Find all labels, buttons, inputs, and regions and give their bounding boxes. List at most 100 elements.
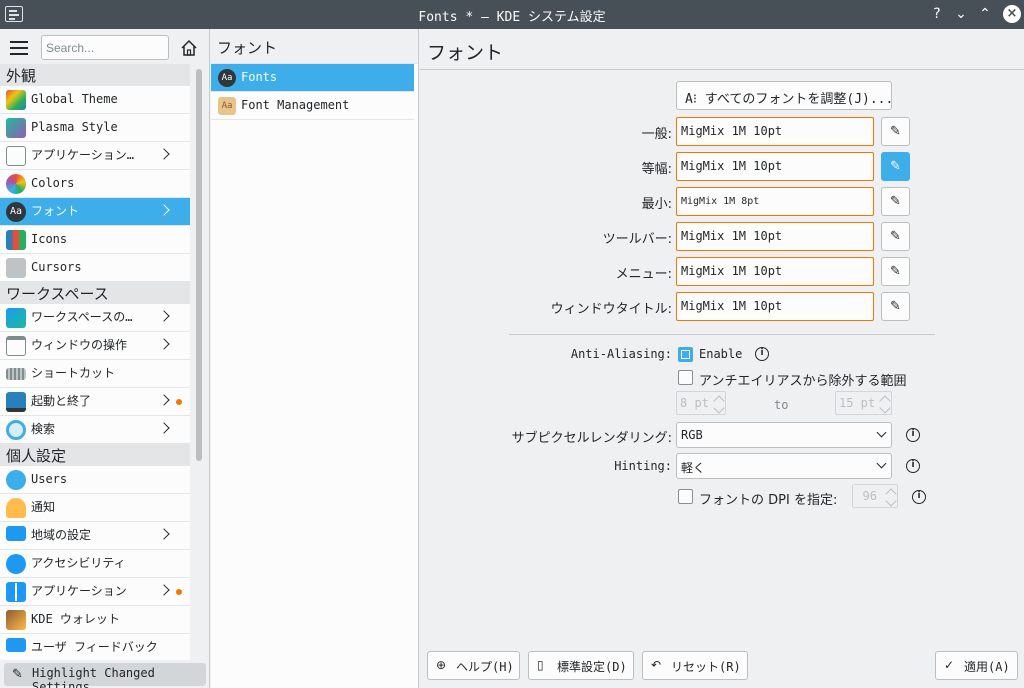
info-icon[interactable]: i [755, 347, 769, 361]
maximize-icon[interactable]: ⌃ [975, 4, 995, 24]
title-bar: Fonts * — KDE システム設定 ? ⌄ ⌃ × [0, 0, 1024, 29]
exclude-range-checkbox[interactable] [678, 370, 693, 385]
exclude-range-label: アンチエイリアスから除外する範囲 [699, 374, 907, 389]
chevron-right-icon [158, 422, 170, 434]
menu-font-picker-button[interactable]: ✎ [881, 257, 910, 286]
sidebar-item-plasma-style[interactable]: Plasma Style [0, 114, 190, 142]
chevron-right-icon [158, 584, 170, 596]
sidebar-item-applications[interactable]: アプリケーション [0, 578, 190, 606]
sidebar-item-icons[interactable]: Icons [0, 226, 190, 254]
chevron-right-icon [158, 338, 170, 350]
lifebuoy-icon: ⊕ [436, 658, 447, 672]
info-icon[interactable]: i [906, 428, 920, 442]
subcategory-item-fonts[interactable]: Aa Fonts [211, 64, 414, 92]
plasma-style-icon [6, 118, 26, 138]
small-font-picker-button[interactable]: ✎ [881, 187, 910, 216]
font-adjust-icon: A⁝ [685, 92, 705, 107]
regional-icon [6, 526, 26, 541]
info-icon[interactable]: i [906, 459, 920, 473]
minimize-icon[interactable]: ⌄ [951, 4, 971, 24]
close-icon[interactable]: × [1003, 5, 1021, 23]
adjust-all-fonts-button[interactable]: A⁝ すべてのフォントを調整(J)... [676, 81, 893, 110]
antialiasing-checkbox[interactable] [678, 347, 693, 362]
window-management-icon [6, 336, 26, 356]
sidebar-toolbar [0, 29, 209, 64]
exclude-to-spinbox[interactable]: 15 pt [835, 391, 892, 415]
force-dpi-label: フォントの DPI を指定: [699, 493, 838, 508]
chevron-right-icon [158, 148, 170, 160]
sidebar-item-window-management[interactable]: ウィンドウの操作 [0, 332, 190, 360]
subpixel-label: サブピクセルレンダリング: [511, 431, 672, 446]
fixed-font-field: MigMix 1M 10pt [676, 152, 874, 181]
sidebar-item-wallet[interactable]: KDE ウォレット [0, 606, 190, 634]
checkmark-icon: ✓ [944, 658, 955, 672]
window-title-font-picker-button[interactable]: ✎ [881, 292, 910, 321]
accessibility-icon [6, 554, 26, 574]
sidebar-item-application-style[interactable]: アプリケーション… [0, 142, 190, 170]
help-button[interactable]: ⊕ ヘルプ(H) [427, 651, 520, 680]
sidebar-scrollbar[interactable] [196, 69, 202, 461]
fixed-font-picker-button[interactable]: ✎ [881, 152, 910, 181]
window-title: Fonts * — KDE システム設定 [418, 10, 606, 25]
general-font-field: MigMix 1M 10pt [676, 117, 874, 146]
undo-icon: ↶ [651, 658, 662, 672]
general-font-label: 一般: [641, 127, 672, 142]
sidebar-item-users[interactable]: Users [0, 466, 190, 494]
startup-icon [6, 392, 26, 412]
subcategory-header: フォント [211, 29, 418, 64]
general-font-picker-button[interactable]: ✎ [881, 117, 910, 146]
small-font-label: 最小: [641, 197, 672, 212]
divider [420, 69, 1024, 70]
chevron-down-icon [876, 458, 887, 469]
category-appearance: 外観 [0, 64, 190, 86]
highlight-changed-button[interactable]: ✎ Highlight Changed Settings [4, 663, 206, 688]
fonts-icon: Aa [218, 69, 236, 87]
chevron-right-icon [158, 310, 170, 322]
sidebar-item-search[interactable]: 検索 [0, 416, 190, 444]
subpixel-combobox[interactable]: RGB [676, 422, 892, 448]
help-icon[interactable]: ? [927, 4, 947, 24]
hinting-label: Hinting: [614, 459, 672, 473]
small-font-field: MigMix 1M 8pt [676, 187, 874, 216]
sidebar-item-notifications[interactable]: 通知 [0, 494, 190, 522]
apply-button[interactable]: ✓ 適用(A) [935, 651, 1018, 680]
category-personal: 個人設定 [0, 444, 190, 466]
sidebar-item-cursors[interactable]: Cursors [0, 254, 190, 282]
chevron-right-icon [158, 204, 170, 216]
search-input[interactable] [41, 35, 169, 60]
hinting-combobox[interactable]: 軽く [676, 453, 892, 479]
spin-down-icon [885, 495, 897, 507]
sidebar-item-regional[interactable]: 地域の設定 [0, 522, 190, 550]
sidebar-item-global-theme[interactable]: Global Theme [0, 86, 190, 114]
edit-icon: ✎ [890, 299, 901, 314]
sidebar-item-feedback[interactable]: ユーザ フィードバック [0, 634, 190, 660]
reset-button[interactable]: ↶ リセット(R) [642, 651, 748, 680]
sidebar-item-shortcuts[interactable]: ショートカット [0, 360, 190, 388]
fixed-font-label: 等幅: [641, 162, 672, 177]
colors-icon [6, 174, 26, 194]
feedback-icon [6, 638, 26, 652]
exclude-from-spinbox[interactable]: 8 pt [676, 391, 726, 415]
sidebar-item-colors[interactable]: Colors [0, 170, 190, 198]
spin-down-icon [879, 402, 891, 414]
hamburger-menu-icon[interactable] [10, 41, 28, 55]
content-panel: フォント A⁝ すべてのフォントを調整(J)... 一般: MigMix 1M … [420, 29, 1024, 688]
dpi-spinbox[interactable]: 96 [852, 484, 898, 508]
force-dpi-checkbox[interactable] [678, 489, 693, 504]
subcategory-item-font-management[interactable]: Aa Font Management [211, 92, 414, 120]
defaults-button[interactable]: ▯ 標準設定(D) [528, 651, 634, 680]
edit-icon: ✎ [890, 264, 901, 279]
keyboard-icon [6, 368, 26, 380]
info-icon[interactable]: i [912, 490, 926, 504]
sidebar-item-fonts[interactable]: Aa フォント [0, 198, 190, 226]
category-workspace: ワークスペース [0, 282, 190, 304]
sidebar-item-startup[interactable]: 起動と終了 [0, 388, 190, 416]
fonts-icon: Aa [6, 202, 26, 222]
toolbar-font-picker-button[interactable]: ✎ [881, 222, 910, 251]
sidebar-item-workspace-behavior[interactable]: ワークスペースの… [0, 304, 190, 332]
sidebar-item-accessibility[interactable]: アクセシビリティ [0, 550, 190, 578]
application-style-icon [6, 146, 26, 166]
window-title-font-label: ウィンドウタイトル: [550, 302, 672, 317]
home-icon[interactable] [180, 39, 198, 57]
page-title: フォント [427, 42, 504, 64]
